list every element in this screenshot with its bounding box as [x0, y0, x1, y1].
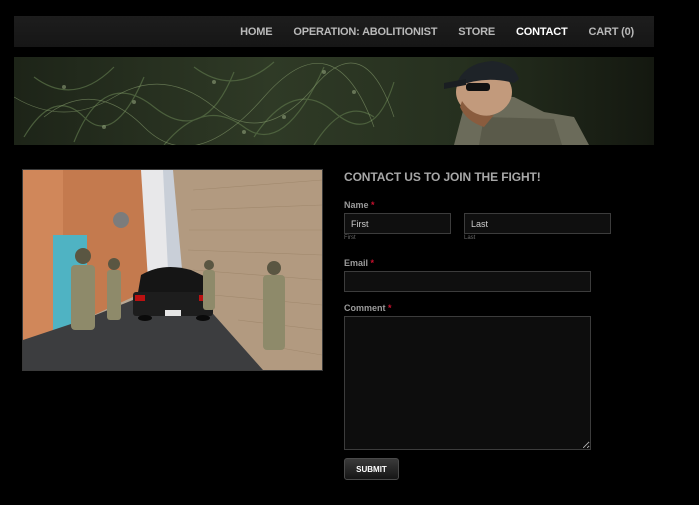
last-sublabel: Last	[464, 235, 476, 241]
nav-cart[interactable]: CART (0)	[589, 26, 635, 38]
contact-heading: CONTACT US TO JOIN THE FIGHT!	[344, 170, 541, 184]
last-name-input[interactable]	[464, 213, 611, 234]
top-navigation-bar: HOME OPERATION: ABOLITIONIST STORE CONTA…	[14, 16, 654, 47]
nav-operation-abolitionist[interactable]: OPERATION: ABOLITIONIST	[293, 26, 437, 38]
submit-button[interactable]: SUBMIT	[344, 458, 399, 480]
first-name-input[interactable]	[344, 213, 451, 234]
required-mark: *	[388, 303, 392, 313]
email-label-text: Email	[344, 258, 369, 268]
required-mark: *	[370, 258, 375, 268]
header-banner-image	[14, 57, 654, 145]
name-label: Name *	[344, 200, 375, 210]
email-label: Email *	[344, 258, 374, 268]
nav-home[interactable]: HOME	[240, 26, 272, 38]
contact-form: CONTACT US TO JOIN THE FIGHT!	[344, 170, 624, 184]
nav-store[interactable]: STORE	[458, 26, 495, 38]
email-input[interactable]	[344, 271, 591, 292]
alley-operation-photo	[22, 169, 323, 371]
comment-textarea[interactable]	[344, 316, 591, 450]
nav-menu: HOME OPERATION: ABOLITIONIST STORE CONTA…	[240, 16, 634, 47]
nav-contact[interactable]: CONTACT	[516, 26, 568, 38]
comment-label: Comment *	[344, 303, 392, 313]
first-sublabel: First	[344, 235, 356, 241]
required-mark: *	[371, 200, 375, 210]
name-label-text: Name	[344, 200, 369, 210]
comment-label-text: Comment	[344, 303, 386, 313]
